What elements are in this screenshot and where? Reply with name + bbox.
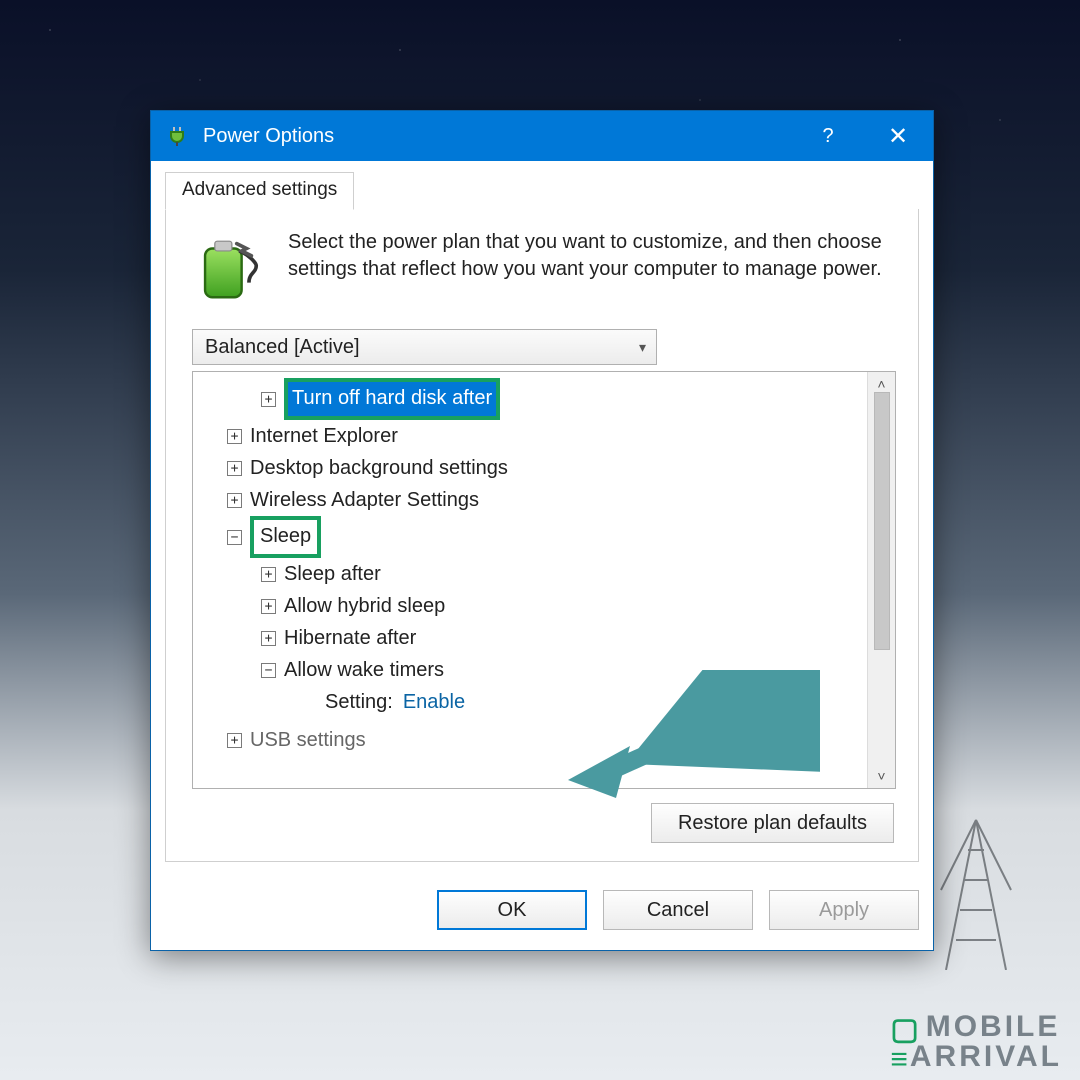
restore-row: Restore plan defaults [188,803,896,843]
power-plan-select[interactable]: Balanced [Active] ▾ [192,329,657,365]
settings-tree[interactable]: + Turn off hard disk after + Internet Ex… [193,372,867,788]
tree-node-hibernate-after[interactable]: + Hibernate after [199,622,861,654]
power-plan-value: Balanced [Active] [205,336,360,359]
collapse-icon[interactable]: − [227,530,242,545]
tree-node-sleep[interactable]: − Sleep [199,516,861,558]
tree-label: Sleep [260,525,311,547]
collapse-icon[interactable]: − [261,663,276,678]
setting-value-dropdown[interactable]: Enable [403,686,465,718]
battery-plug-icon [188,229,266,307]
tree-label: Hibernate after [284,622,416,654]
watermark-logo: ▢MOBILE ≡ARRIVAL [890,1012,1062,1072]
tree-label-selected: Turn off hard disk after [288,382,496,416]
titlebar[interactable]: Power Options ? ✕ [151,111,933,161]
expand-icon[interactable]: + [227,461,242,476]
background-antenna-silhouette [936,810,1016,970]
dialog-button-row: OK Cancel Apply [151,876,933,950]
restore-plan-defaults-button[interactable]: Restore plan defaults [651,803,894,843]
tree-label: Allow hybrid sleep [284,590,445,622]
expand-icon[interactable]: + [227,493,242,508]
chevron-down-icon: ▾ [639,339,646,356]
bars-icon: ≡ [890,1045,906,1075]
scroll-down-icon[interactable]: ˅ [877,768,885,784]
tree-label: Desktop background settings [250,452,508,484]
tree-node-allow-wake-timers[interactable]: − Allow wake timers [199,654,861,686]
tree-node-allow-hybrid-sleep[interactable]: + Allow hybrid sleep [199,590,861,622]
tree-node-internet-explorer[interactable]: + Internet Explorer [199,420,861,452]
tree-node-desktop-background-settings[interactable]: + Desktop background settings [199,452,861,484]
power-options-dialog: Power Options ? ✕ Advanced settings [150,110,934,951]
tree-node-usb-settings[interactable]: + USB settings [199,724,861,756]
tree-label: Wireless Adapter Settings [250,484,479,516]
client-area: Advanced settings [151,161,933,876]
tree-label: Sleep after [284,558,381,590]
scrollbar-thumb[interactable] [874,392,890,650]
watermark-line2: ARRIVAL [910,1040,1062,1073]
tree-node-wireless-adapter-settings[interactable]: + Wireless Adapter Settings [199,484,861,516]
expand-icon[interactable]: + [261,631,276,646]
apply-button: Apply [769,890,919,930]
expand-icon[interactable]: + [227,429,242,444]
settings-tree-container: + Turn off hard disk after + Internet Ex… [192,371,896,789]
expand-icon[interactable]: + [261,567,276,582]
tree-scrollbar[interactable]: ˄ ˅ [867,372,895,788]
expand-icon[interactable]: + [261,599,276,614]
tree-label: Internet Explorer [250,420,398,452]
watermark-line1: MOBILE [926,1010,1061,1043]
tab-strip: Advanced settings [165,171,919,210]
tree-node-turn-off-hard-disk-after[interactable]: + Turn off hard disk after [199,378,861,420]
ok-button[interactable]: OK [437,890,587,930]
setting-label: Setting: [325,686,393,718]
tree-node-sleep-after[interactable]: + Sleep after [199,558,861,590]
window-title: Power Options [203,125,334,148]
power-plug-icon [165,124,189,148]
scroll-up-icon[interactable]: ˄ [877,376,885,392]
intro-row: Select the power plan that you want to c… [188,229,896,307]
tab-advanced-settings[interactable]: Advanced settings [165,172,354,210]
tab-panel: Select the power plan that you want to c… [165,209,919,862]
wake-timers-setting-row[interactable]: Setting: Enable [199,686,861,718]
highlight-box: Turn off hard disk after [284,378,500,420]
intro-text: Select the power plan that you want to c… [288,229,896,307]
highlight-box: Sleep [250,516,321,558]
tree-label: Allow wake timers [284,654,444,686]
cancel-button[interactable]: Cancel [603,890,753,930]
phone-icon: ▢ [890,1015,921,1045]
expand-icon[interactable]: + [227,733,242,748]
tree-label: USB settings [250,724,366,756]
expand-icon[interactable]: + [261,392,276,407]
help-button[interactable]: ? [793,111,863,161]
close-button[interactable]: ✕ [863,111,933,161]
